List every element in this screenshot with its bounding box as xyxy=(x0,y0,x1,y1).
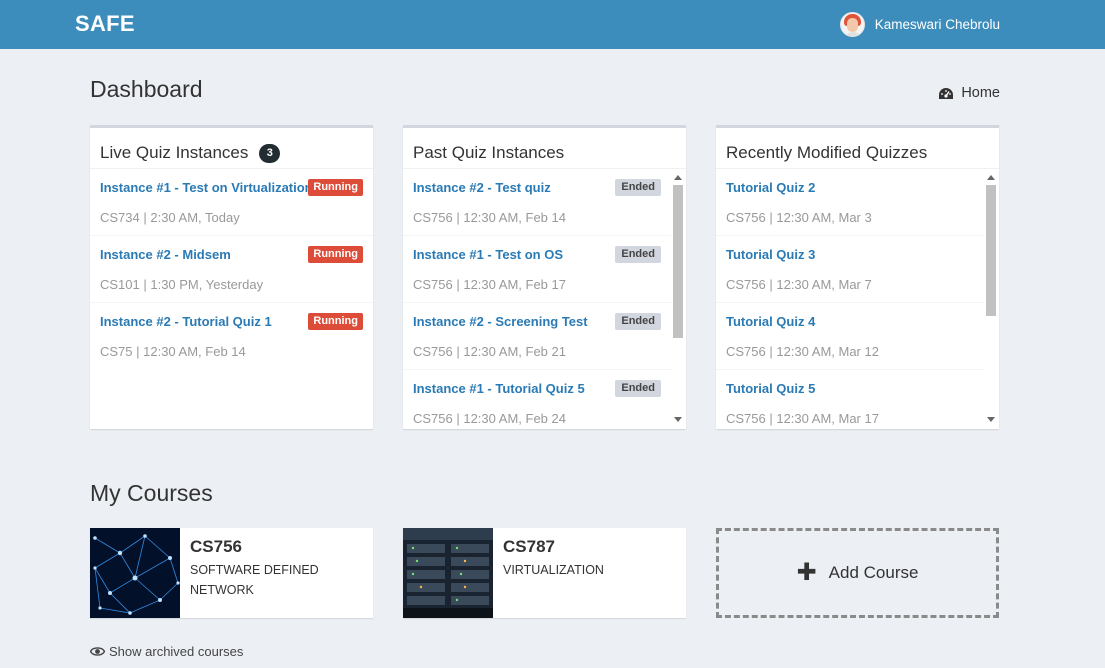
eye-icon xyxy=(90,647,105,656)
list-item[interactable]: Instance #2 - Screening Test CS756 | 12:… xyxy=(403,303,686,370)
list-item[interactable]: Instance #2 - Tutorial Quiz 1 CS75 | 12:… xyxy=(90,303,373,370)
course-card[interactable]: CS787 VIRTUALIZATION xyxy=(403,528,686,618)
show-archived-courses-link[interactable]: Show archived courses xyxy=(90,644,243,659)
quiz-meta: CS756 | 12:30 AM, Mar 17 xyxy=(726,411,879,426)
scroll-thumb[interactable] xyxy=(673,185,683,338)
live-quiz-panel: Live Quiz Instances 3 Instance #1 - Test… xyxy=(90,125,373,429)
avatar[interactable] xyxy=(839,12,865,37)
quiz-link[interactable]: Tutorial Quiz 2 xyxy=(726,180,989,195)
past-quiz-title: Past Quiz Instances xyxy=(413,142,565,162)
quiz-link[interactable]: Tutorial Quiz 5 xyxy=(726,381,989,396)
live-quiz-count-badge: 3 xyxy=(259,144,281,163)
quiz-meta: CS756 | 12:30 AM, Mar 7 xyxy=(726,277,872,292)
scroll-down-arrow-icon[interactable] xyxy=(674,417,682,422)
past-quiz-list[interactable]: Instance #2 - Test quiz CS756 | 12:30 AM… xyxy=(403,169,686,428)
brand-logo[interactable]: SAFE xyxy=(75,11,135,37)
dashboard-icon xyxy=(939,87,954,99)
status-badge: Running xyxy=(308,246,363,263)
quiz-instance-meta: CS75 | 12:30 AM, Feb 14 xyxy=(100,344,246,359)
quiz-instance-meta: CS734 | 2:30 AM, Today xyxy=(100,210,240,225)
quiz-meta: CS756 | 12:30 AM, Mar 3 xyxy=(726,210,872,225)
scroll-thumb[interactable] xyxy=(986,185,996,316)
scroll-up-arrow-icon[interactable] xyxy=(674,175,682,180)
add-course-label[interactable]: Add Course xyxy=(829,563,919,583)
page-title: Dashboard xyxy=(90,76,203,102)
plus-icon: ✚ xyxy=(796,559,817,586)
status-badge: Ended xyxy=(615,246,661,263)
list-item[interactable]: Tutorial Quiz 5 CS756 | 12:30 AM, Mar 17 xyxy=(716,370,999,428)
live-quiz-title: Live Quiz Instances xyxy=(100,142,249,162)
show-archived-label[interactable]: Show archived courses xyxy=(109,644,243,659)
status-badge: Running xyxy=(308,179,363,196)
recent-quizzes-title: Recently Modified Quizzes xyxy=(726,142,928,162)
quiz-instance-meta: CS756 | 12:30 AM, Feb 17 xyxy=(413,277,566,292)
section-title-courses: My Courses xyxy=(90,480,213,506)
list-item[interactable]: Instance #2 - Test quiz CS756 | 12:30 AM… xyxy=(403,169,686,236)
breadcrumb-home[interactable]: Home xyxy=(938,85,1000,101)
recent-quizzes-list[interactable]: Tutorial Quiz 2 CS756 | 12:30 AM, Mar 3 … xyxy=(716,169,999,428)
quiz-link[interactable]: Tutorial Quiz 4 xyxy=(726,314,989,329)
status-badge: Ended xyxy=(615,313,661,330)
recent-quizzes-panel: Recently Modified Quizzes Tutorial Quiz … xyxy=(716,125,999,429)
top-navbar: SAFE Kameswari Chebrolu xyxy=(0,0,1105,49)
user-name[interactable]: Kameswari Chebrolu xyxy=(875,17,1000,32)
scroll-up-arrow-icon[interactable] xyxy=(987,175,995,180)
scrollbar[interactable] xyxy=(671,169,686,428)
course-name: VIRTUALIZATION xyxy=(503,563,604,577)
list-item[interactable]: Tutorial Quiz 3 CS756 | 12:30 AM, Mar 7 xyxy=(716,236,999,303)
course-thumbnail-server-image[interactable] xyxy=(403,528,493,618)
course-name: SOFTWARE DEFINED NETWORK xyxy=(190,563,319,597)
quiz-instance-meta: CS756 | 12:30 AM, Feb 14 xyxy=(413,210,566,225)
home-label[interactable]: Home xyxy=(961,85,1000,101)
quiz-meta: CS756 | 12:30 AM, Mar 12 xyxy=(726,344,879,359)
quiz-instance-meta: CS756 | 12:30 AM, Feb 21 xyxy=(413,344,566,359)
course-code[interactable]: CS756 xyxy=(190,537,242,557)
list-item[interactable]: Instance #1 - Test on Virtualization CS7… xyxy=(90,169,373,236)
list-item[interactable]: Instance #2 - Midsem CS101 | 1:30 PM, Ye… xyxy=(90,236,373,303)
add-course-button[interactable]: ✚ Add Course xyxy=(716,528,999,618)
recent-quizzes-header: Recently Modified Quizzes xyxy=(716,128,999,169)
course-card[interactable]: CS756 SOFTWARE DEFINED NETWORK xyxy=(90,528,373,618)
user-menu[interactable]: Kameswari Chebrolu xyxy=(839,12,1000,37)
status-badge: Ended xyxy=(615,179,661,196)
status-badge: Running xyxy=(308,313,363,330)
live-quiz-header: Live Quiz Instances 3 xyxy=(90,128,373,169)
course-code[interactable]: CS787 xyxy=(503,537,555,557)
list-item[interactable]: Instance #1 - Tutorial Quiz 5 CS756 | 12… xyxy=(403,370,686,428)
status-badge: Ended xyxy=(615,380,661,397)
scroll-down-arrow-icon[interactable] xyxy=(987,417,995,422)
live-quiz-list: Instance #1 - Test on Virtualization CS7… xyxy=(90,169,373,428)
course-thumbnail-network-image[interactable] xyxy=(90,528,180,618)
quiz-instance-meta: CS101 | 1:30 PM, Yesterday xyxy=(100,277,264,292)
list-item[interactable]: Tutorial Quiz 4 CS756 | 12:30 AM, Mar 12 xyxy=(716,303,999,370)
past-quiz-header: Past Quiz Instances xyxy=(403,128,686,169)
quiz-instance-meta: CS756 | 12:30 AM, Feb 24 xyxy=(413,411,566,426)
quiz-link[interactable]: Tutorial Quiz 3 xyxy=(726,247,989,262)
scrollbar[interactable] xyxy=(984,169,999,428)
list-item[interactable]: Instance #1 - Test on OS CS756 | 12:30 A… xyxy=(403,236,686,303)
list-item[interactable]: Tutorial Quiz 2 CS756 | 12:30 AM, Mar 3 xyxy=(716,169,999,236)
past-quiz-panel: Past Quiz Instances Instance #2 - Test q… xyxy=(403,125,686,429)
